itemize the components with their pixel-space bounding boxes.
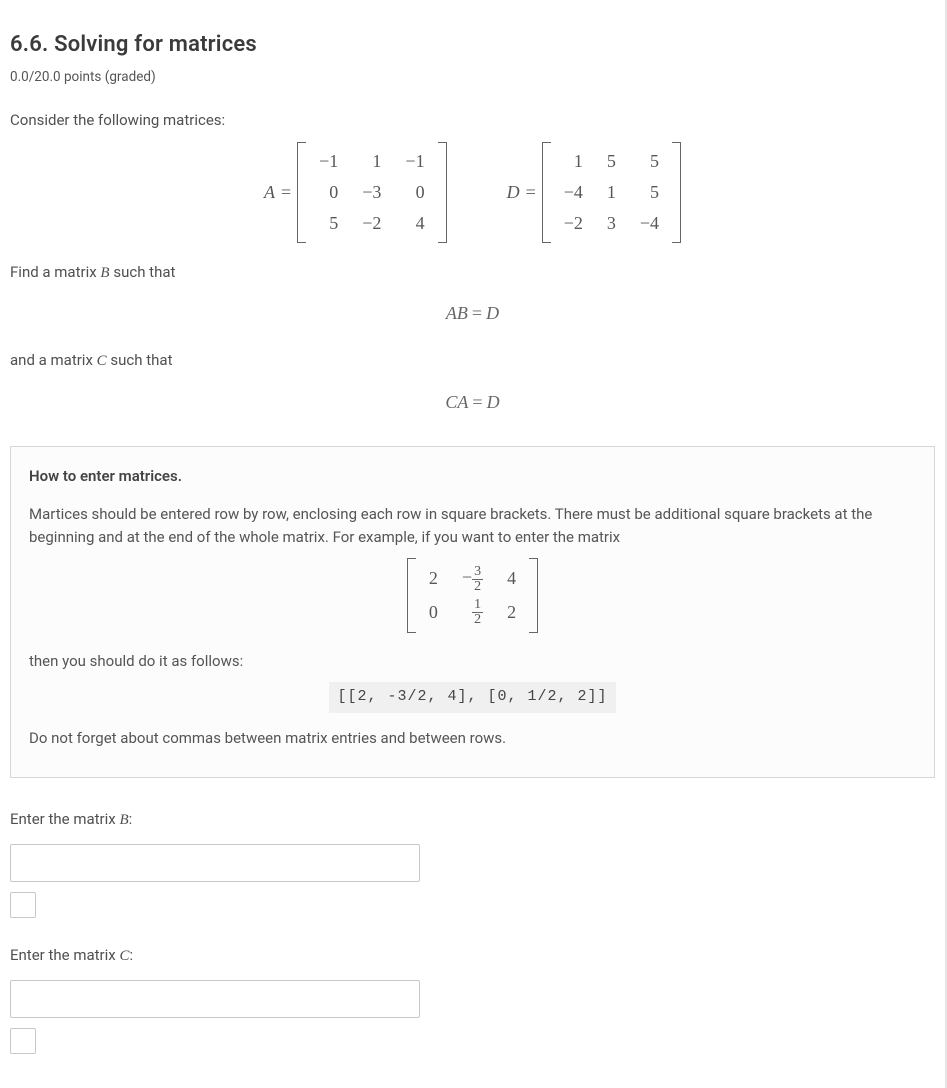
labelB-pre: Enter the matrix <box>10 810 116 828</box>
find-C-tail: such that <box>110 351 172 369</box>
mD-12: 5 <box>628 177 671 208</box>
mA-20: 5 <box>307 208 350 239</box>
infobox-p3: Do not forget about commas between matri… <box>29 727 916 750</box>
mA-22: 4 <box>393 208 436 239</box>
find-C-pre: and a matrix <box>10 351 93 369</box>
eq1-lhs: AB <box>446 303 468 323</box>
matrix-C-input[interactable] <box>10 980 420 1018</box>
matrix-B-input[interactable] <box>10 844 420 882</box>
mD-20: −2 <box>552 208 595 239</box>
mD-02: 5 <box>628 146 671 177</box>
mD-10: −4 <box>552 177 595 208</box>
ex-11: 12 <box>450 596 495 629</box>
find-B-var: B <box>100 265 109 281</box>
example-matrix-wrap: 2 −32 4 0 12 2 <box>29 558 916 639</box>
eq2-lhs: CA <box>445 392 468 412</box>
find-C-prompt: and a matrix C such that <box>10 349 935 373</box>
equation-AB-eq-D: AB=D <box>10 300 935 327</box>
infobox-p1: Martices should be entered row by row, e… <box>29 503 916 548</box>
find-B-prompt: Find a matrix B such that <box>10 261 935 285</box>
find-B-pre: Find a matrix <box>10 263 97 281</box>
infobox-title: How to enter matrices. <box>29 465 916 488</box>
page-title: 6.6. Solving for matrices <box>10 28 935 61</box>
equals-sign: = <box>281 179 291 206</box>
points-line: 0.0/20.0 points (graded) <box>10 67 935 87</box>
ex-10: 0 <box>417 596 450 629</box>
label-matrix-B: Enter the matrix B: <box>10 808 935 832</box>
mA-10: 0 <box>307 177 350 208</box>
mD-01: 5 <box>595 146 628 177</box>
matrix-D: 155 −415 −23−4 <box>542 142 681 243</box>
ex-00: 2 <box>417 562 450 595</box>
mA-11: −3 <box>350 177 393 208</box>
matrix-C-preview-button[interactable] <box>10 1028 36 1054</box>
label-matrix-C: Enter the matrix C: <box>10 944 935 968</box>
intro-text: Consider the following matrices: <box>10 109 935 132</box>
mA-01: 1 <box>350 146 393 177</box>
mA-12: 0 <box>393 177 436 208</box>
mA-21: −2 <box>350 208 393 239</box>
matrix-B-preview-button[interactable] <box>10 892 36 918</box>
matrix-D-label: D <box>507 179 520 206</box>
eq2-rhs: D <box>487 392 500 412</box>
labelC-var: C <box>119 948 129 964</box>
mD-11: 1 <box>595 177 628 208</box>
labelB-var: B <box>119 812 128 828</box>
ex-02: 4 <box>495 562 528 595</box>
problem-page: 6.6. Solving for matrices 0.0/20.0 point… <box>0 0 947 1088</box>
matrix-A: −11−1 0−30 5−24 <box>297 142 446 243</box>
mD-21: 3 <box>595 208 628 239</box>
mD-00: 1 <box>552 146 595 177</box>
infobox-p2: then you should do it as follows: <box>29 650 916 673</box>
matrix-A-label: A <box>264 179 275 206</box>
equation-CA-eq-D: CA=D <box>10 389 935 416</box>
find-B-tail: such that <box>113 263 175 281</box>
labelC-pre: Enter the matrix <box>10 946 116 964</box>
mA-00: −1 <box>307 146 350 177</box>
infobox-code: [[2, -3/2, 4], [0, 1/2, 2]] <box>329 682 615 713</box>
ex-01: −32 <box>450 562 495 595</box>
ex-12: 2 <box>495 596 528 629</box>
eq1-rhs: D <box>486 303 499 323</box>
mD-22: −4 <box>628 208 671 239</box>
matrix-D-eq: D = 155 −415 −23−4 <box>507 142 681 243</box>
mA-02: −1 <box>393 146 436 177</box>
matrix-definitions: A = −11−1 0−30 5−24 D = 155 −415 −23−4 <box>10 142 935 243</box>
matrix-A-eq: A = −11−1 0−30 5−24 <box>264 142 447 243</box>
find-C-var: C <box>97 353 107 369</box>
equals-sign: = <box>526 179 536 206</box>
how-to-enter-box: How to enter matrices. Martices should b… <box>10 446 935 778</box>
example-matrix: 2 −32 4 0 12 2 <box>407 558 538 633</box>
